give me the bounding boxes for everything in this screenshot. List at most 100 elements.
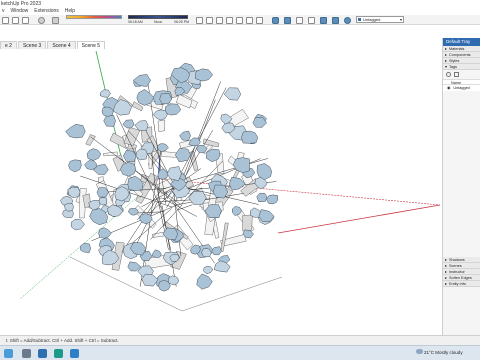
branch-plane — [157, 119, 166, 132]
leaf-cluster — [135, 148, 148, 161]
leaf-cluster — [203, 265, 214, 275]
leaf-cluster — [127, 175, 144, 191]
eye-icon[interactable]: ◉ — [447, 85, 450, 91]
tray-bottom-panels: Shadows Scenes Instructor Soften Edges E… — [443, 257, 480, 287]
leaf-cluster — [98, 227, 112, 239]
sketchup-taskbar-icon[interactable] — [54, 349, 63, 358]
model-canvas[interactable] — [0, 49, 442, 335]
time-noon-label: Noon — [154, 20, 163, 24]
time-end-label: 06:25 PM — [174, 20, 189, 24]
menu-bar: v Window Extensions Help — [0, 8, 480, 15]
leaf-cluster — [141, 273, 159, 287]
red-axis — [277, 204, 441, 234]
search-icon[interactable] — [22, 349, 31, 358]
branch-plane — [242, 214, 253, 232]
tray-item-entity-info[interactable]: Entity Info — [443, 281, 480, 287]
textured-style-icon[interactable] — [332, 17, 339, 24]
top-view-icon[interactable] — [216, 17, 223, 24]
tag-dropdown-value: Untagged — [363, 17, 381, 22]
leaf-cluster — [86, 148, 102, 161]
leaf-cluster — [151, 249, 162, 258]
time-start-label: 06:18 AM — [128, 20, 143, 24]
leaf-cluster — [166, 166, 182, 181]
tab-scene-3[interactable]: Scene 3 — [17, 41, 47, 49]
leaf-cluster — [127, 261, 142, 272]
menu-item-view[interactable]: v — [2, 8, 5, 15]
leaf-cluster — [213, 260, 231, 273]
zoom-extents-icon[interactable] — [196, 17, 203, 24]
tab-scene-2[interactable]: e 2 — [0, 41, 17, 49]
xray-style-icon[interactable] — [272, 17, 279, 24]
select-tool-icon[interactable] — [2, 17, 9, 24]
tags-row-untagged[interactable]: ◉ Untagged — [443, 85, 480, 91]
shadow-settings: 06:18 AM Noon 06:25 PM — [66, 15, 190, 25]
save-icon[interactable] — [22, 17, 29, 24]
cloud-icon — [416, 349, 423, 354]
leaf-cluster — [194, 68, 214, 82]
leaf-cluster — [266, 194, 279, 205]
tree-model[interactable] — [60, 62, 279, 292]
leaf-cluster — [68, 159, 82, 173]
right-view-icon[interactable] — [236, 17, 243, 24]
chevron-down-icon: ▾ — [399, 17, 402, 22]
default-tray: Default Tray Materials Components Styles… — [442, 38, 480, 335]
leaf-cluster — [65, 124, 86, 139]
leaf-cluster — [223, 87, 242, 101]
tab-scene-5[interactable]: Scene 5 — [76, 41, 106, 49]
leaf-cluster — [103, 115, 116, 127]
windows-start-icon[interactable] — [4, 349, 13, 358]
leaf-cluster — [174, 148, 191, 163]
menu-item-help[interactable]: Help — [65, 8, 75, 15]
app-taskbar-icon[interactable] — [70, 349, 79, 358]
branch-plane — [220, 222, 229, 252]
menu-item-window[interactable]: Window — [11, 8, 29, 15]
open-icon[interactable] — [12, 17, 19, 24]
tags-toolbar — [443, 70, 480, 79]
tray-item-tags[interactable]: Tags — [443, 64, 480, 70]
shaded-style-icon[interactable] — [320, 17, 327, 24]
leaf-cluster — [241, 130, 259, 144]
month-slider[interactable] — [66, 15, 122, 19]
title-bar: ketchUp Pro 2023 — [0, 0, 480, 8]
leaf-cluster — [70, 218, 85, 231]
leaf-cluster — [196, 273, 213, 290]
add-folder-icon[interactable] — [454, 72, 459, 77]
back-edges-style-icon[interactable] — [284, 17, 291, 24]
leaf-cluster — [232, 157, 250, 174]
leaf-cluster — [79, 243, 91, 253]
menu-item-extensions[interactable]: Extensions — [34, 8, 58, 15]
branch-plane — [85, 134, 96, 146]
monochrome-style-icon[interactable] — [344, 17, 351, 24]
leaf-cluster — [179, 130, 191, 141]
scene-tabs: e 2 Scene 3 Scene 4 Scene 5 — [0, 41, 106, 49]
tag-dropdown[interactable]: Untagged ▾ — [356, 16, 404, 23]
leaf-cluster — [120, 162, 137, 177]
shadow-toggle-icon[interactable] — [52, 17, 59, 24]
weather-text: 21°C Mostly cloudy — [424, 350, 463, 355]
leaf-cluster — [256, 192, 268, 203]
model-viewport[interactable] — [0, 49, 442, 335]
leaf-cluster — [134, 120, 149, 131]
leaf-cluster — [152, 109, 168, 121]
leaf-cluster — [162, 227, 178, 241]
front-view-icon[interactable] — [226, 17, 233, 24]
leaf-cluster — [122, 119, 135, 129]
tag-color-icon — [358, 18, 361, 21]
explorer-icon[interactable] — [38, 349, 47, 358]
branch-plane — [123, 127, 141, 146]
time-slider[interactable] — [128, 15, 188, 19]
add-tag-icon[interactable] — [446, 72, 451, 77]
wireframe-style-icon[interactable] — [296, 17, 303, 24]
back-view-icon[interactable] — [246, 17, 253, 24]
window-title: ketchUp Pro 2023 — [1, 1, 42, 7]
left-view-icon[interactable] — [256, 17, 263, 24]
leaf-cluster — [211, 246, 222, 256]
leaf-cluster — [164, 103, 182, 116]
print-icon[interactable] — [38, 17, 45, 24]
hidden-line-style-icon[interactable] — [308, 17, 315, 24]
leaf-cluster — [67, 186, 81, 199]
leaf-cluster — [167, 275, 180, 285]
iso-view-icon[interactable] — [206, 17, 213, 24]
taskbar: 21°C Mostly cloudy — [0, 345, 480, 360]
tab-scene-4[interactable]: Scene 4 — [47, 41, 76, 49]
